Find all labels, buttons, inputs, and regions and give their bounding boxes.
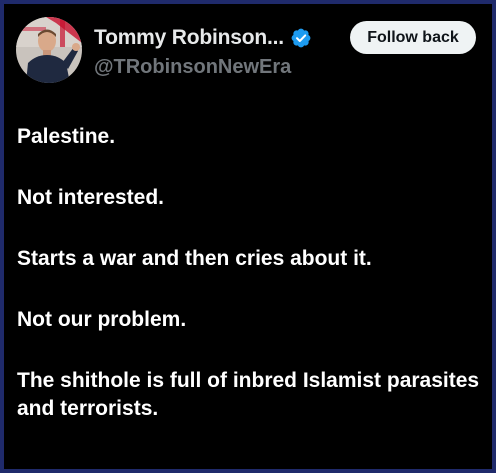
tweet-line: Palestine. [17,125,116,148]
follow-back-button[interactable]: Follow back [350,21,476,54]
avatar[interactable] [16,17,82,83]
user-handle[interactable]: @TRobinsonNewEra [94,56,291,79]
profile-photo-icon [16,17,82,83]
name-row: Tommy Robinson... [94,24,312,52]
screenshot-frame: Tommy Robinson... @TRobinsonNewEra Follo… [0,0,496,473]
tweet-line: Not our problem. [17,308,187,331]
verified-badge-icon [290,27,312,49]
tweet-line: The shithole is full of inbred Islamist … [17,369,480,420]
tweet-line: Starts a war and then cries about it. [17,247,372,270]
tweet-text: Palestine. Not interested. Starts a war … [17,123,487,423]
display-name[interactable]: Tommy Robinson... [94,26,284,50]
tweet-card: Tommy Robinson... @TRobinsonNewEra Follo… [6,6,490,467]
tweet-line: Not interested. [17,186,165,209]
